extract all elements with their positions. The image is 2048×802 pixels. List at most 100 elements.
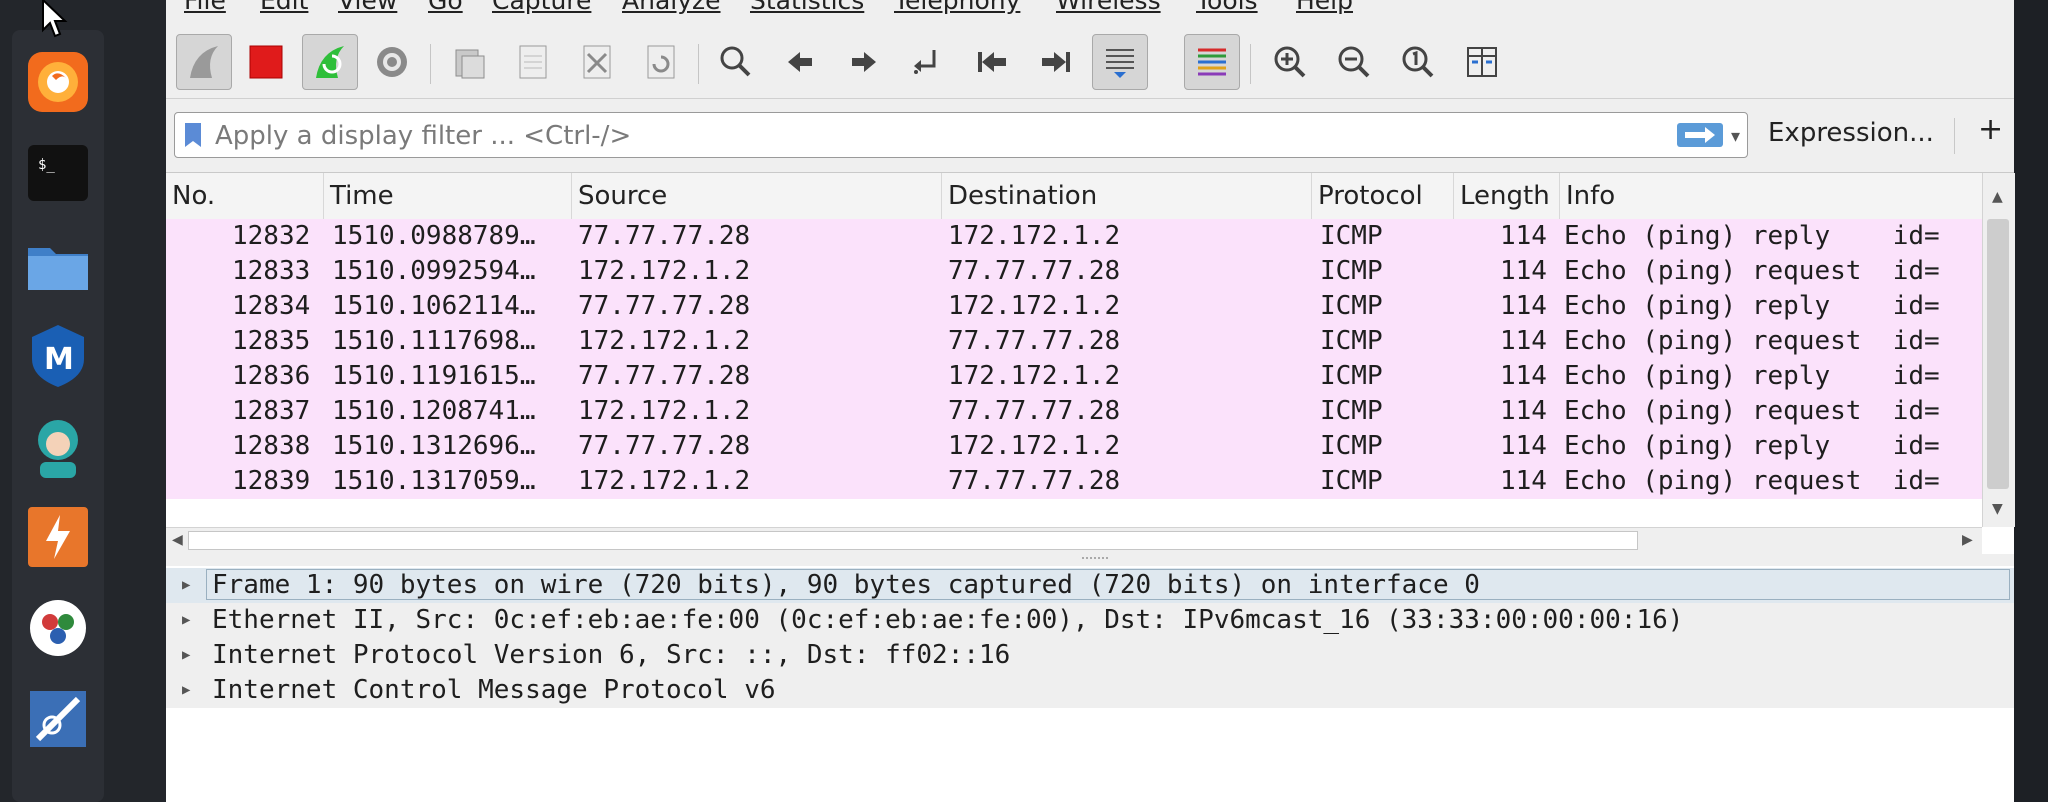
maltego-icon[interactable]: [22, 592, 94, 664]
detail-row-icmpv6[interactable]: ▶ Internet Control Message Protocol v6: [166, 673, 2014, 708]
go-back-icon[interactable]: [772, 34, 828, 90]
expand-arrow-icon[interactable]: ▶: [182, 673, 190, 708]
menu-file[interactable]: File: [184, 0, 226, 15]
zoom-in-icon[interactable]: [1262, 34, 1318, 90]
bookmark-icon[interactable]: [185, 123, 201, 147]
detail-row-ethernet[interactable]: ▶ Ethernet II, Src: 0c:ef:eb:ae:fe:00 (0…: [166, 603, 2014, 638]
menu-edit[interactable]: Edit: [260, 0, 308, 15]
table-row[interactable]: 12832 1510.0988789… 77.77.77.28 172.172.…: [166, 219, 1982, 254]
cell-source: 77.77.77.28: [578, 221, 751, 251]
armitage-icon[interactable]: [22, 683, 94, 755]
splitter-grip: [1082, 557, 1108, 562]
cell-destination: 77.77.77.28: [948, 326, 1121, 356]
table-row[interactable]: 12835 1510.1117698… 172.172.1.2 77.77.77…: [166, 324, 1982, 359]
go-to-packet-icon[interactable]: [900, 34, 956, 90]
table-row[interactable]: 12839 1510.1317059… 172.172.1.2 77.77.77…: [166, 464, 1982, 499]
column-header-length[interactable]: Length: [1454, 173, 1560, 219]
find-packet-icon[interactable]: [708, 34, 764, 90]
column-header-destination[interactable]: Destination: [942, 173, 1312, 219]
desktop-dock: $_ M: [0, 0, 166, 802]
packet-list-vertical-scrollbar[interactable]: ▲ ▼: [1982, 173, 2015, 527]
expression-button[interactable]: Expression...: [1768, 118, 1934, 148]
packet-list-horizontal-scrollbar[interactable]: ◀ ▶: [166, 527, 1982, 554]
column-header-no[interactable]: No.: [166, 173, 324, 219]
go-forward-icon[interactable]: [836, 34, 892, 90]
menu-wireless[interactable]: Wireless: [1056, 0, 1161, 15]
table-row[interactable]: 12833 1510.0992594… 172.172.1.2 77.77.77…: [166, 254, 1982, 289]
menu-capture[interactable]: Capture: [492, 0, 591, 15]
expand-arrow-icon[interactable]: ▶: [182, 638, 190, 673]
cell-source: 172.172.1.2: [578, 466, 751, 496]
cell-info: Echo (ping) reply id=: [1564, 291, 1940, 321]
menu-statistics[interactable]: Statistics: [750, 0, 864, 15]
menu-tools[interactable]: Tools: [1196, 0, 1258, 15]
detail-row-ipv6[interactable]: ▶ Internet Protocol Version 6, Src: ::, …: [166, 638, 2014, 673]
add-filter-button[interactable]: +: [1978, 112, 2003, 147]
cell-protocol: ICMP: [1320, 396, 1383, 426]
scrollbar-thumb[interactable]: [188, 531, 1638, 550]
column-header-info[interactable]: Info: [1560, 173, 1982, 219]
capture-options-icon[interactable]: [364, 34, 420, 90]
burpsuite-icon[interactable]: [22, 501, 94, 573]
apply-filter-arrow-icon[interactable]: [1677, 123, 1723, 147]
restart-capture-icon[interactable]: [302, 34, 358, 90]
cell-length: 114: [1500, 256, 1547, 286]
zoom-out-icon[interactable]: [1326, 34, 1382, 90]
menu-view[interactable]: View: [338, 0, 397, 15]
close-file-icon[interactable]: [568, 34, 624, 90]
filter-separator: [1954, 118, 1955, 154]
stop-capture-icon[interactable]: [238, 34, 294, 90]
expand-arrow-icon[interactable]: ▶: [182, 603, 190, 638]
last-packet-icon[interactable]: [1028, 34, 1084, 90]
cell-protocol: ICMP: [1320, 431, 1383, 461]
toolbar-separator: [698, 44, 699, 84]
display-filter-box: ▾: [174, 112, 1748, 158]
shark-fin-start-icon[interactable]: [176, 34, 232, 90]
table-row[interactable]: 12834 1510.1062114… 77.77.77.28 172.172.…: [166, 289, 1982, 324]
cell-destination: 172.172.1.2: [948, 291, 1121, 321]
terminal-icon[interactable]: $_: [22, 137, 94, 209]
metasploit-icon[interactable]: M: [22, 319, 94, 391]
detail-row-label: Frame 1: 90 bytes on wire (720 bits), 90…: [212, 570, 1480, 600]
open-file-icon[interactable]: [440, 34, 496, 90]
menu-bar: File Edit View Go Capture Analyze Statis…: [166, 0, 2014, 22]
cell-time: 1510.1191615…: [332, 361, 536, 391]
table-row[interactable]: 12837 1510.1208741… 172.172.1.2 77.77.77…: [166, 394, 1982, 429]
auto-scroll-icon[interactable]: [1092, 34, 1148, 90]
reload-file-icon[interactable]: [632, 34, 688, 90]
menu-go[interactable]: Go: [428, 0, 463, 15]
pane-splitter[interactable]: [166, 554, 2014, 566]
menu-analyze[interactable]: Analyze: [622, 0, 721, 15]
first-packet-icon[interactable]: [964, 34, 1020, 90]
scroll-right-icon[interactable]: ▶: [1962, 532, 1973, 548]
save-file-icon[interactable]: [504, 34, 560, 90]
menu-telephony[interactable]: Telephony: [894, 0, 1020, 15]
packet-list-rows: 12832 1510.0988789… 77.77.77.28 172.172.…: [166, 219, 1982, 503]
resize-columns-icon[interactable]: [1454, 34, 1510, 90]
cell-info: Echo (ping) reply id=: [1564, 221, 1940, 251]
column-header-time[interactable]: Time: [324, 173, 572, 219]
cell-info: Echo (ping) request id=: [1564, 256, 1940, 286]
chevron-down-icon[interactable]: ▾: [1731, 126, 1740, 147]
cell-info: Echo (ping) request id=: [1564, 326, 1940, 356]
expand-arrow-icon[interactable]: ▶: [182, 568, 190, 603]
packet-list-pane: No. Time Source Destination Protocol Len…: [166, 172, 2015, 555]
scrollbar-thumb[interactable]: [1987, 219, 2009, 489]
column-header-source[interactable]: Source: [572, 173, 942, 219]
scroll-up-icon[interactable]: ▲: [1992, 189, 2003, 205]
table-row[interactable]: 12836 1510.1191615… 77.77.77.28 172.172.…: [166, 359, 1982, 394]
firefox-icon[interactable]: [22, 46, 94, 118]
files-icon[interactable]: [22, 228, 94, 300]
normal-size-icon[interactable]: [1390, 34, 1446, 90]
table-row[interactable]: 12838 1510.1312696… 77.77.77.28 172.172.…: [166, 429, 1982, 464]
menu-help[interactable]: Help: [1296, 0, 1353, 15]
detail-row-label: Internet Control Message Protocol v6: [212, 675, 776, 705]
scroll-down-icon[interactable]: ▼: [1992, 501, 2003, 517]
column-header-protocol[interactable]: Protocol: [1312, 173, 1454, 219]
detail-row-frame[interactable]: ▶ Frame 1: 90 bytes on wire (720 bits), …: [166, 568, 2014, 603]
display-filter-input[interactable]: [213, 117, 1617, 155]
colorize-icon[interactable]: [1184, 34, 1240, 90]
cell-no: 12835: [232, 326, 311, 356]
anime-avatar-icon[interactable]: [22, 410, 94, 482]
scroll-left-icon[interactable]: ◀: [172, 532, 183, 548]
